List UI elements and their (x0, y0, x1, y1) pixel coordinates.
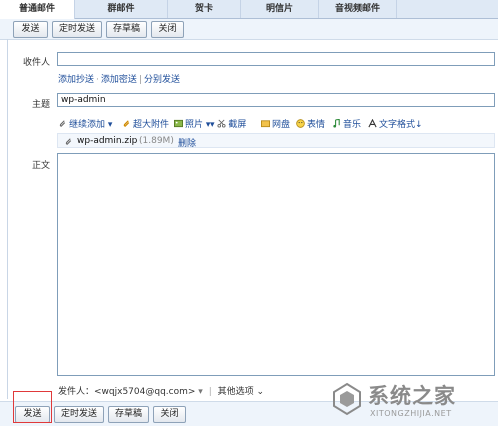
paperclip-icon (59, 120, 66, 127)
tab-normal-mail[interactable]: 普通邮件 (0, 0, 75, 19)
text-format-button[interactable]: 文字格式↓ (368, 117, 423, 130)
bottom-send-button[interactable]: 发送 (15, 406, 50, 423)
save-draft-button[interactable]: 存草稿 (106, 21, 147, 38)
watermark-title: 系统之家 (368, 384, 456, 408)
music-button[interactable]: 音乐 (332, 117, 361, 130)
close-button[interactable]: 关闭 (151, 21, 184, 38)
chevron-down-icon[interactable]: ⌄ (254, 387, 265, 397)
tab-av-mail[interactable]: 音视频邮件 (319, 0, 397, 18)
paperclip-icon (65, 138, 72, 145)
watermark-url: XITONGZHIJIA.NET (370, 409, 452, 418)
sender-label: 发件人： (58, 387, 95, 397)
emoji-button[interactable]: 表情 (296, 117, 325, 130)
subject-value: wp-admin (61, 95, 106, 105)
tab-postcard[interactable]: 明信片 (241, 0, 319, 18)
recipient-input[interactable] (57, 52, 495, 66)
text-format-icon (368, 119, 377, 128)
large-attachment-icon (123, 120, 130, 127)
subject-input[interactable]: wp-admin (57, 93, 495, 107)
bottom-save-draft-button[interactable]: 存草稿 (108, 406, 149, 423)
attachment-size: (1.89M) (139, 136, 174, 146)
left-divider (7, 39, 8, 399)
scissors-icon (217, 119, 226, 128)
music-note-icon (333, 119, 340, 128)
smiley-icon (296, 119, 305, 128)
recipient-label: 收件人 (22, 58, 50, 68)
attachment-name: wp-admin.zip (77, 136, 138, 146)
continue-add-button[interactable]: 继续添加 ▾ (58, 117, 112, 130)
scheduled-send-button[interactable]: 定时发送 (52, 21, 102, 38)
tab-group-mail[interactable]: 群邮件 (75, 0, 168, 18)
watermark-logo: 系统之家 XITONGZHIJIA.NET (330, 378, 495, 422)
screenshot-button[interactable]: ▾ 截屏 (210, 117, 246, 130)
separate-send-link[interactable]: 分别发送 (144, 75, 180, 85)
sender-line: 发件人：<wqjx5704@qq.com> ▾ | 其他选项 ⌄ (58, 387, 265, 397)
other-options-link[interactable]: 其他选项 (218, 387, 254, 397)
sender-dropdown-icon[interactable]: ▾ (198, 387, 203, 397)
mail-type-tabs: 普通邮件 群邮件 贺卡 明信片 音视频邮件 (0, 0, 498, 19)
subject-label: 主题 (31, 100, 50, 110)
bottom-scheduled-send-button[interactable]: 定时发送 (54, 406, 104, 423)
body-label: 正文 (31, 161, 50, 171)
bottom-close-button[interactable]: 关闭 (153, 406, 186, 423)
body-editor[interactable] (57, 153, 495, 376)
top-toolbar: 发送 定时发送 存草稿 关闭 (0, 19, 498, 40)
tab-greeting-card[interactable]: 贺卡 (168, 0, 241, 18)
photo-icon (174, 119, 183, 128)
delete-attachment-link[interactable]: 删除 (178, 136, 196, 149)
send-button[interactable]: 发送 (13, 21, 48, 38)
sender-select[interactable]: <wqjx5704@qq.com> (94, 387, 195, 397)
large-attachment-button[interactable]: 超大附件 (122, 117, 169, 130)
attachment-row: wp-admin.zip (1.89M) 删除 (57, 133, 495, 149)
add-cc-link[interactable]: 添加抄送 (58, 75, 94, 85)
watermark-emblem-icon (333, 382, 361, 416)
netdisk-button[interactable]: 网盘 (261, 117, 290, 130)
netdisk-icon (261, 120, 270, 128)
recipient-links: 添加抄送 · 添加密送 | 分别发送 (58, 75, 180, 85)
add-bcc-link[interactable]: 添加密送 (101, 75, 137, 85)
photo-button[interactable]: 照片 ▾ (174, 117, 210, 130)
